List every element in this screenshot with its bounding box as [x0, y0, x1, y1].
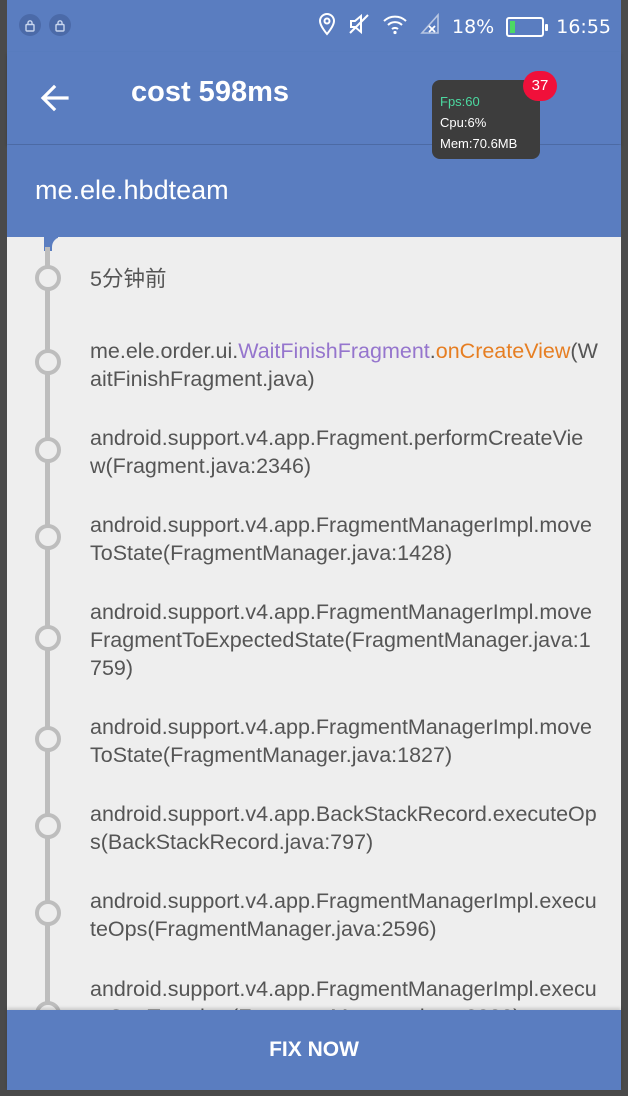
status-indicators: 18% 16:55 — [318, 12, 611, 41]
timeline-node — [35, 1001, 61, 1010]
timeline-node — [35, 437, 61, 463]
stack-trace-panel[interactable]: 5分钟前 me.ele.order.ui.WaitFinishFragment.… — [7, 237, 621, 1010]
entry-package: me.ele.order.ui. — [90, 339, 239, 363]
stack-entry: me.ele.order.ui.WaitFinishFragment.onCre… — [90, 337, 598, 393]
stack-entry: android.support.v4.app.FragmentManagerIm… — [90, 513, 592, 565]
battery-fill — [510, 20, 516, 33]
location-icon — [318, 12, 336, 41]
mute-icon — [348, 13, 370, 40]
mem-readout: Mem:70.6MB — [440, 136, 518, 151]
signal-icon — [420, 12, 440, 40]
wifi-icon — [382, 13, 408, 40]
status-notifications — [19, 14, 71, 36]
timeline-node — [35, 813, 61, 839]
perf-badge: 37 — [523, 71, 557, 101]
back-button[interactable] — [31, 74, 79, 122]
timeline-node — [35, 726, 61, 752]
stack-entry: android.support.v4.app.FragmentManagerIm… — [90, 600, 592, 680]
stack-entry: android.support.v4.app.FragmentManagerIm… — [90, 977, 597, 1010]
clock: 16:55 — [556, 15, 611, 38]
time-label: 5分钟前 — [90, 267, 167, 291]
stack-entry: android.support.v4.app.FragmentManagerIm… — [90, 715, 592, 767]
lock-notification-icon — [19, 14, 41, 36]
stack-entry: android.support.v4.app.Fragment.performC… — [90, 426, 584, 478]
timeline-node — [35, 265, 61, 291]
battery-percent: 18% — [452, 15, 495, 38]
lock-notification-icon — [49, 14, 71, 36]
entry-class: WaitFinishFragment — [238, 339, 430, 363]
entry-method: onCreateView — [435, 339, 571, 363]
stack-entry: android.support.v4.app.BackStackRecord.e… — [90, 802, 597, 854]
fix-now-button[interactable]: FIX NOW — [7, 1010, 621, 1090]
timeline-node — [35, 524, 61, 550]
timeline-node — [35, 900, 61, 926]
cpu-readout: Cpu:6% — [440, 115, 487, 130]
battery-icon — [506, 16, 549, 37]
package-name: me.ele.hbdteam — [35, 175, 229, 205]
stack-entry: android.support.v4.app.FragmentManagerIm… — [90, 889, 597, 941]
page-title: cost 598ms — [131, 76, 289, 108]
fps-readout: Fps:60 — [440, 94, 480, 109]
timeline-node — [35, 349, 61, 375]
arrow-back-icon — [40, 84, 69, 112]
timeline-node — [35, 625, 61, 651]
status-bar: 18% 16:55 — [7, 0, 621, 52]
